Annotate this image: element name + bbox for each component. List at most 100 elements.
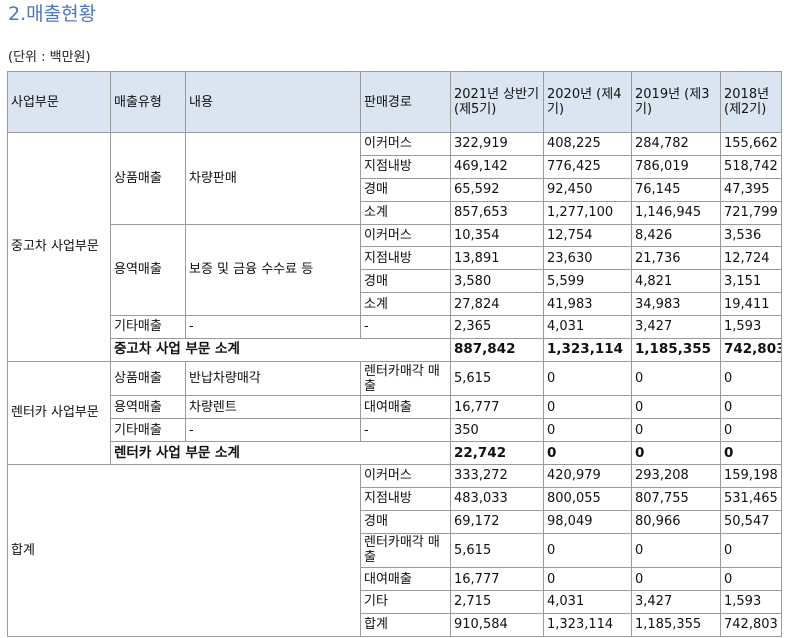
header-2021: 2021년 상반기 (제5기) xyxy=(450,71,544,133)
value-cell: 786,019 xyxy=(631,154,721,179)
value-cell: 408,225 xyxy=(543,132,632,156)
value-cell: 800,055 xyxy=(543,486,632,511)
content-cell: - xyxy=(185,315,361,339)
value-cell: 469,142 xyxy=(450,154,544,179)
sales-type-cell: 용역매출 xyxy=(110,395,186,420)
channel-cell: 경매 xyxy=(360,177,451,202)
table-row: 중고차 사업부문 상품매출 차량판매 이커머스 322,919 408,225 … xyxy=(7,132,782,362)
content-cell: 차량렌트 xyxy=(185,395,361,420)
header-sales-type: 매출유형 xyxy=(110,71,186,133)
value-cell: 34,983 xyxy=(631,292,721,316)
value-cell: 4,821 xyxy=(631,269,721,294)
value-cell: 23,630 xyxy=(543,246,632,271)
subtotal-label: 중고차 사업 부문 소계 xyxy=(110,337,451,362)
table-row: 합계 이커머스 333,272 420,979 293,208 159,198 xyxy=(7,463,782,638)
channel-cell: 이커머스 xyxy=(360,223,451,248)
value-cell: 322,919 xyxy=(450,132,544,156)
value-cell: 80,966 xyxy=(631,509,721,534)
value-cell: 857,653 xyxy=(450,200,544,225)
value-cell: 2,365 xyxy=(450,315,544,339)
value-cell: 531,465 xyxy=(720,486,782,511)
channel-cell: 합계 xyxy=(360,612,451,638)
subtotal-row: 중고차 사업 부문 소계 887,842 1,323,114 1,185,355… xyxy=(8,337,782,362)
value-cell: 3,536 xyxy=(720,223,782,248)
value-cell: 1,593 xyxy=(720,315,782,339)
sales-type-cell: 기타매출 xyxy=(110,315,186,339)
value-cell: 0 xyxy=(631,395,721,420)
channel-cell: - xyxy=(360,418,451,443)
value-cell: 13,891 xyxy=(450,246,544,271)
value-cell: 0 xyxy=(631,567,721,592)
table-row: 용역매출 차량렌트 대여매출 16,777 0 0 0 xyxy=(8,395,782,420)
value-cell: 0 xyxy=(543,418,632,443)
value-cell: 16,777 xyxy=(450,395,544,420)
subtotal-row: 렌터카 사업 부문 소계 22,742 0 0 0 xyxy=(8,441,782,465)
value-cell: 155,662 xyxy=(720,132,782,156)
sales-type-cell: 용역매출 xyxy=(110,223,186,316)
value-cell: 65,592 xyxy=(450,177,544,202)
segment-cell: 중고차 사업부문 xyxy=(7,132,111,362)
value-cell: 0 xyxy=(631,418,721,443)
value-cell: 2,715 xyxy=(450,590,544,614)
value-cell: 0 xyxy=(720,441,782,465)
value-cell: 0 xyxy=(720,567,782,592)
value-cell: 910,584 xyxy=(450,612,544,638)
channel-cell: 경매 xyxy=(360,509,451,534)
value-cell: 159,198 xyxy=(720,463,782,488)
value-cell: 92,450 xyxy=(543,177,632,202)
table-row: 기타매출 - - 2,365 4,031 3,427 1,593 xyxy=(8,315,782,339)
channel-cell: 지점내방 xyxy=(360,486,451,511)
value-cell: 0 xyxy=(543,441,632,465)
value-cell: 742,803 xyxy=(720,337,782,362)
value-cell: 4,031 xyxy=(543,590,632,614)
content-cell: 보증 및 금융 수수료 등 xyxy=(185,223,361,316)
channel-cell: 지점내방 xyxy=(360,246,451,271)
value-cell: 5,599 xyxy=(543,269,632,294)
value-cell: 3,427 xyxy=(631,315,721,339)
channel-cell: 소계 xyxy=(360,200,451,225)
value-cell: 16,777 xyxy=(450,567,544,592)
table-row: 기타매출 - - 350 0 0 0 xyxy=(8,418,782,443)
sales-type-cell: 상품매출 xyxy=(110,360,186,397)
value-cell: 420,979 xyxy=(543,463,632,488)
value-cell: 0 xyxy=(543,360,632,397)
channel-cell: 경매 xyxy=(360,269,451,294)
table-row: 용역매출 보증 및 금융 수수료 등 이커머스 10,354 12,754 8,… xyxy=(8,223,782,316)
value-cell: 50,547 xyxy=(720,509,782,534)
value-cell: 1,185,355 xyxy=(631,612,721,638)
table-row: 렌터카 사업부문 상품매출 반납차량매각 렌터카매각 매출 5,615 0 0 … xyxy=(7,360,782,465)
channel-cell: 렌터카매각 매출 xyxy=(360,360,451,397)
value-cell: 5,615 xyxy=(450,532,544,569)
value-cell: 887,842 xyxy=(450,337,544,362)
value-cell: 12,754 xyxy=(543,223,632,248)
value-cell: 742,803 xyxy=(720,612,782,638)
value-cell: 4,031 xyxy=(543,315,632,339)
sales-type-cell: 기타매출 xyxy=(110,418,186,443)
value-cell: 1,146,945 xyxy=(631,200,721,225)
value-cell: 3,427 xyxy=(631,590,721,614)
value-cell: 19,411 xyxy=(720,292,782,316)
channel-cell: 이커머스 xyxy=(360,463,451,488)
channel-cell: 이커머스 xyxy=(360,132,451,156)
value-cell: 0 xyxy=(543,395,632,420)
header-segment: 사업부문 xyxy=(7,71,111,133)
value-cell: 1,593 xyxy=(720,590,782,614)
value-cell: 284,782 xyxy=(631,132,721,156)
channel-cell: 대여매출 xyxy=(360,395,451,420)
header-2018: 2018년 (제2기) xyxy=(720,71,782,133)
value-cell: 1,185,355 xyxy=(631,337,721,362)
value-cell: 3,151 xyxy=(720,269,782,294)
segment-cell: 렌터카 사업부문 xyxy=(7,360,111,465)
content-cell: 차량판매 xyxy=(185,132,361,225)
value-cell: 76,145 xyxy=(631,177,721,202)
sales-table: 사업부문 매출유형 내용 판매경로 2021년 상반기 (제5기) 2020년 … xyxy=(7,71,782,638)
value-cell: 21,736 xyxy=(631,246,721,271)
value-cell: 350 xyxy=(450,418,544,443)
value-cell: 0 xyxy=(543,532,632,569)
value-cell: 0 xyxy=(631,441,721,465)
value-cell: 69,172 xyxy=(450,509,544,534)
channel-cell: 기타 xyxy=(360,590,451,614)
content-cell: 반납차량매각 xyxy=(185,360,361,397)
channel-cell: 렌터카매각 매출 xyxy=(360,532,451,569)
header-row: 사업부문 매출유형 내용 판매경로 2021년 상반기 (제5기) 2020년 … xyxy=(7,71,782,133)
